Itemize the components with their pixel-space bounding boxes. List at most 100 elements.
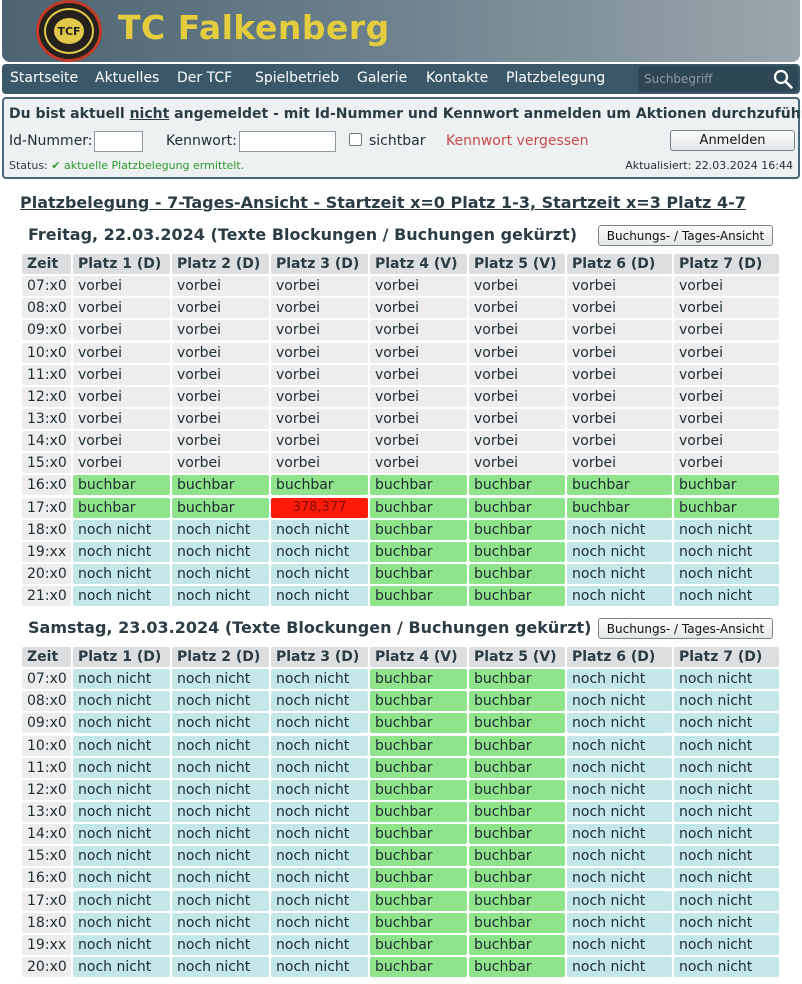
slot-bookable[interactable]: buchbar [469,891,565,911]
slot-bookable[interactable]: buchbar [469,669,565,689]
slot-bookable[interactable]: buchbar [172,475,269,495]
login-message-pre: Du bist aktuell [9,106,130,122]
slot-bookable[interactable]: buchbar [370,935,467,955]
slot-bookable[interactable]: buchbar [370,542,467,562]
slot-not-yet: noch nicht [674,691,779,711]
slot-bookable[interactable]: buchbar [567,475,672,495]
slot-bookable[interactable]: buchbar [469,542,565,562]
login-message-emph: nicht [129,106,170,122]
slot-bookable[interactable]: buchbar [370,758,467,778]
slot-bookable[interactable]: buchbar [271,475,368,495]
slot-bookable[interactable]: buchbar [469,957,565,977]
nav-item-kontakte[interactable]: Kontakte [426,70,488,86]
time-slot: 10:x0 [22,736,71,756]
slot-bookable[interactable]: buchbar [172,498,269,518]
column-header: Platz 6 (D) [567,647,672,667]
site-header: TCF TC Falkenberg [2,0,800,62]
slot-bookable[interactable]: buchbar [370,475,467,495]
slot-bookable[interactable]: buchbar [370,564,467,584]
slot-bookable[interactable]: buchbar [370,824,467,844]
slot-bookable[interactable]: buchbar [469,758,565,778]
slot-not-yet: noch nicht [172,846,269,866]
slot-not-yet: noch nicht [271,802,368,822]
time-slot: 21:x0 [22,586,71,606]
time-slot: 18:x0 [22,913,71,933]
slot-bookable[interactable]: buchbar [370,713,467,733]
slot-bookable[interactable]: buchbar [370,691,467,711]
slot-not-yet: noch nicht [271,957,368,977]
password-field[interactable] [239,131,336,152]
slot-not-yet: noch nicht [674,913,779,933]
nav-item-startseite[interactable]: Startseite [10,70,78,86]
slot-bookable[interactable]: buchbar [370,498,467,518]
slot-past: vorbei [172,298,269,318]
slot-bookable[interactable]: buchbar [370,891,467,911]
slot-not-yet: noch nicht [674,891,779,911]
slot-bookable[interactable]: buchbar [370,736,467,756]
slot-bookable[interactable]: buchbar [469,586,565,606]
slot-bookable[interactable]: buchbar [469,802,565,822]
login-message: Du bist aktuell nicht angemeldet - mit I… [9,106,802,122]
nav-item-galerie[interactable]: Galerie [357,70,407,86]
slot-bookable[interactable]: buchbar [469,520,565,540]
slot-past: vorbei [469,365,565,385]
slot-bookable[interactable]: buchbar [469,868,565,888]
time-slot: 15:x0 [22,846,71,866]
slot-bookable[interactable]: buchbar [370,669,467,689]
forgot-password-link[interactable]: Kennwort vergessen [446,133,589,149]
slot-not-yet: noch nicht [271,824,368,844]
slot-bookable[interactable]: buchbar [469,824,565,844]
slot-bookable[interactable]: buchbar [567,498,672,518]
search-input[interactable] [644,69,766,89]
day-view-button[interactable]: Buchungs- / Tages-Ansicht [598,225,773,246]
slot-bookable[interactable]: buchbar [469,498,565,518]
slot-bookable[interactable]: buchbar [370,780,467,800]
column-header: Zeit [22,647,71,667]
slot-not-yet: noch nicht [172,935,269,955]
slot-bookable[interactable]: buchbar [73,498,170,518]
slot-not-yet: noch nicht [567,586,672,606]
slot-bookable[interactable]: buchbar [73,475,170,495]
login-button[interactable]: Anmelden [670,130,795,151]
site-title: TC Falkenberg [118,8,390,47]
slot-bookable[interactable]: buchbar [469,780,565,800]
slot-bookable[interactable]: buchbar [469,736,565,756]
nav-item-platzbelegung[interactable]: Platzbelegung [506,70,605,86]
slot-past: vorbei [674,387,779,407]
day-view-button[interactable]: Buchungs- / Tages-Ansicht [598,618,773,639]
slot-bookable[interactable]: buchbar [469,846,565,866]
slot-not-yet: noch nicht [567,957,672,977]
slot-not-yet: noch nicht [73,586,170,606]
nav-item-spielbetrieb[interactable]: Spielbetrieb [255,70,339,86]
slot-past: vorbei [73,320,170,340]
id-field[interactable] [94,131,143,152]
slot-bookable[interactable]: buchbar [469,475,565,495]
slot-not-yet: noch nicht [674,542,779,562]
slot-bookable[interactable]: buchbar [469,913,565,933]
slot-bookable[interactable]: buchbar [469,935,565,955]
slot-bookable[interactable]: buchbar [370,586,467,606]
slot-bookable[interactable]: buchbar [370,957,467,977]
nav-item-aktuelles[interactable]: Aktuelles [95,70,159,86]
show-password-label: sichtbar [369,133,426,149]
slot-not-yet: noch nicht [271,780,368,800]
slot-bookable[interactable]: buchbar [370,802,467,822]
slot-bookable[interactable]: buchbar [674,475,779,495]
slot-not-yet: noch nicht [73,542,170,562]
page-title[interactable]: Platzbelegung - 7-Tages-Ansicht - Startz… [20,193,746,212]
nav-item-der-tcf[interactable]: Der TCF [177,70,232,86]
status-line: Status: ✔ aktuelle Platzbelegung ermitte… [9,159,244,172]
show-password-checkbox[interactable] [349,133,362,146]
slot-bookable[interactable]: buchbar [370,520,467,540]
slot-bookable[interactable]: buchbar [674,498,779,518]
slot-bookable[interactable]: buchbar [469,564,565,584]
slot-bookable[interactable]: buchbar [370,868,467,888]
club-logo[interactable]: TCF [36,0,102,62]
slot-bookable[interactable]: buchbar [370,846,467,866]
slot-bookable[interactable]: buchbar [370,913,467,933]
slot-booked[interactable]: 378,377 [271,498,368,518]
slot-past: vorbei [674,453,779,473]
slot-bookable[interactable]: buchbar [469,691,565,711]
slot-bookable[interactable]: buchbar [469,713,565,733]
search-icon[interactable] [772,68,794,90]
